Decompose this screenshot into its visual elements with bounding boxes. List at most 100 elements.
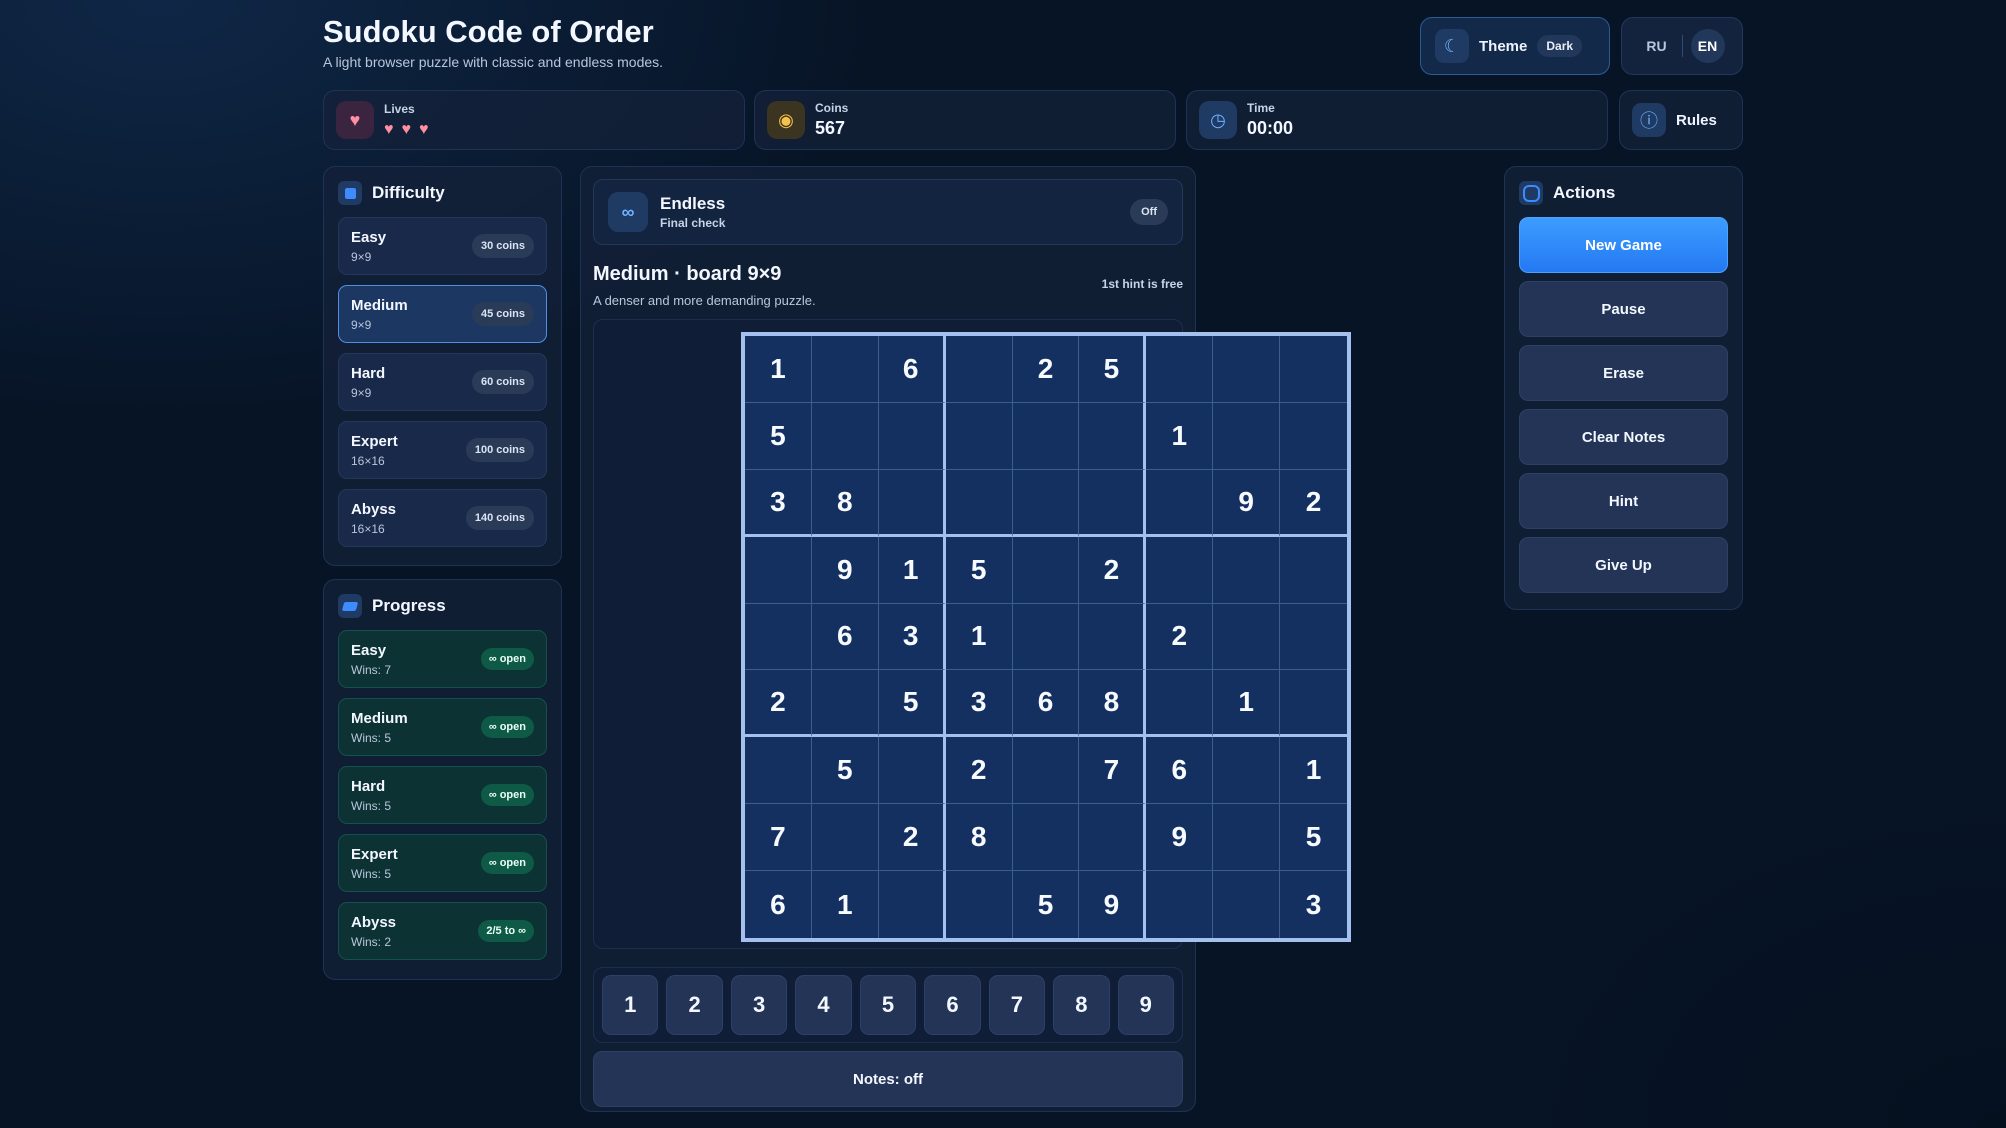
sudoku-cell[interactable] xyxy=(1079,804,1147,872)
clear-notes-button[interactable]: Clear Notes xyxy=(1519,409,1728,465)
sudoku-cell[interactable]: 1 xyxy=(1146,402,1214,470)
hint-button[interactable]: Hint xyxy=(1519,473,1728,529)
sudoku-cell[interactable] xyxy=(745,737,812,805)
sudoku-cell[interactable]: 1 xyxy=(745,336,812,403)
sudoku-cell[interactable] xyxy=(1012,536,1080,604)
sudoku-cell[interactable]: 5 xyxy=(878,670,946,738)
sudoku-cell[interactable]: 3 xyxy=(1280,871,1347,938)
numpad-button-9[interactable]: 9 xyxy=(1117,975,1174,1035)
sudoku-cell[interactable] xyxy=(1146,469,1214,537)
sudoku-cell[interactable] xyxy=(1213,804,1281,872)
numpad-button-2[interactable]: 2 xyxy=(666,975,723,1035)
sudoku-cell[interactable]: 5 xyxy=(1079,336,1147,403)
sudoku-cell[interactable] xyxy=(811,402,879,470)
sudoku-cell[interactable]: 7 xyxy=(745,804,812,872)
numpad-button-7[interactable]: 7 xyxy=(988,975,1046,1035)
sudoku-cell[interactable]: 9 xyxy=(1213,469,1281,537)
give-up-button[interactable]: Give Up xyxy=(1519,537,1728,593)
sudoku-cell[interactable] xyxy=(1012,804,1080,872)
sudoku-cell[interactable] xyxy=(1213,336,1281,403)
difficulty-item-medium[interactable]: Medium 9×9 45 coins xyxy=(338,285,547,343)
sudoku-cell[interactable]: 1 xyxy=(945,603,1013,671)
sudoku-cell[interactable] xyxy=(1213,536,1281,604)
sudoku-cell[interactable] xyxy=(945,336,1013,403)
sudoku-cell[interactable] xyxy=(879,871,946,938)
sudoku-cell[interactable] xyxy=(811,670,879,738)
sudoku-cell[interactable] xyxy=(945,469,1013,537)
sudoku-cell[interactable]: 2 xyxy=(1079,536,1147,604)
sudoku-cell[interactable]: 7 xyxy=(1079,737,1147,805)
sudoku-cell[interactable]: 1 xyxy=(878,536,946,604)
sudoku-cell[interactable]: 9 xyxy=(1079,871,1147,938)
sudoku-cell[interactable]: 2 xyxy=(878,804,946,872)
sudoku-cell[interactable] xyxy=(1146,336,1214,403)
sudoku-cell[interactable]: 9 xyxy=(811,536,879,604)
sudoku-cell[interactable] xyxy=(878,737,946,805)
sudoku-cell[interactable] xyxy=(945,402,1013,470)
numpad-button-4[interactable]: 4 xyxy=(795,975,852,1035)
sudoku-cell[interactable] xyxy=(1213,871,1281,938)
sudoku-cell[interactable] xyxy=(1280,336,1347,403)
sudoku-cell[interactable]: 6 xyxy=(878,336,946,403)
sudoku-cell[interactable]: 3 xyxy=(945,670,1013,738)
sudoku-cell[interactable] xyxy=(1213,737,1281,805)
sudoku-cell[interactable]: 9 xyxy=(1146,804,1214,872)
endless-toggle[interactable]: Off xyxy=(1130,199,1168,225)
sudoku-cell[interactable]: 2 xyxy=(1280,470,1347,537)
sudoku-cell[interactable] xyxy=(811,804,879,872)
sudoku-cell[interactable]: 5 xyxy=(1280,804,1347,872)
sudoku-cell[interactable] xyxy=(1280,403,1347,470)
sudoku-cell[interactable] xyxy=(1146,670,1214,738)
notes-toggle-button[interactable]: Notes: off xyxy=(593,1051,1183,1107)
sudoku-cell[interactable]: 5 xyxy=(1013,871,1080,938)
sudoku-cell[interactable] xyxy=(1280,604,1347,671)
sudoku-cell[interactable]: 5 xyxy=(945,536,1013,604)
sudoku-cell[interactable]: 6 xyxy=(1146,737,1214,805)
sudoku-cell[interactable] xyxy=(811,336,879,403)
sudoku-cell[interactable] xyxy=(745,603,812,671)
sudoku-cell[interactable]: 3 xyxy=(878,603,946,671)
sudoku-cell[interactable]: 8 xyxy=(811,469,879,537)
numpad-button-1[interactable]: 1 xyxy=(602,975,659,1035)
rules-button[interactable]: ⓘ Rules xyxy=(1619,90,1743,150)
difficulty-item-abyss[interactable]: Abyss 16×16 140 coins xyxy=(338,489,547,547)
sudoku-cell[interactable]: 6 xyxy=(811,603,879,671)
sudoku-cell[interactable]: 6 xyxy=(745,871,812,938)
sudoku-cell[interactable]: 5 xyxy=(811,737,879,805)
sudoku-cell[interactable] xyxy=(1012,469,1080,537)
sudoku-cell[interactable]: 8 xyxy=(945,804,1013,872)
sudoku-cell[interactable]: 3 xyxy=(745,469,812,537)
sudoku-cell[interactable]: 6 xyxy=(1012,670,1080,738)
numpad-button-3[interactable]: 3 xyxy=(730,975,788,1035)
sudoku-cell[interactable] xyxy=(1146,536,1214,604)
sudoku-cell[interactable] xyxy=(1079,402,1147,470)
sudoku-cell[interactable] xyxy=(1079,603,1147,671)
sudoku-cell[interactable]: 2 xyxy=(1146,603,1214,671)
sudoku-cell[interactable]: 8 xyxy=(1079,670,1147,738)
new-game-button[interactable]: New Game xyxy=(1519,217,1728,273)
difficulty-item-hard[interactable]: Hard 9×9 60 coins xyxy=(338,353,547,411)
sudoku-cell[interactable] xyxy=(1280,537,1347,604)
pause-button[interactable]: Pause xyxy=(1519,281,1728,337)
sudoku-cell[interactable] xyxy=(878,402,946,470)
difficulty-item-easy[interactable]: Easy 9×9 30 coins xyxy=(338,217,547,275)
numpad-button-5[interactable]: 5 xyxy=(859,975,917,1035)
sudoku-cell[interactable]: 2 xyxy=(745,670,812,738)
sudoku-cell[interactable] xyxy=(1213,603,1281,671)
sudoku-cell[interactable]: 2 xyxy=(1012,336,1080,403)
sudoku-cell[interactable] xyxy=(1012,402,1080,470)
theme-toggle-button[interactable]: ☾ Theme Dark xyxy=(1420,17,1610,75)
sudoku-cell[interactable] xyxy=(946,871,1013,938)
sudoku-cell[interactable] xyxy=(1280,670,1347,738)
sudoku-cell[interactable]: 1 xyxy=(812,871,879,938)
numpad-button-8[interactable]: 8 xyxy=(1053,975,1110,1035)
sudoku-cell[interactable] xyxy=(745,536,812,604)
lang-ru-button[interactable]: RU xyxy=(1640,29,1674,63)
sudoku-cell[interactable] xyxy=(878,469,946,537)
sudoku-cell[interactable]: 1 xyxy=(1213,670,1281,738)
sudoku-cell[interactable]: 1 xyxy=(1280,737,1347,805)
sudoku-cell[interactable] xyxy=(1079,469,1147,537)
sudoku-cell[interactable] xyxy=(1213,402,1281,470)
sudoku-cell[interactable]: 5 xyxy=(745,402,812,470)
difficulty-item-expert[interactable]: Expert 16×16 100 coins xyxy=(338,421,547,479)
